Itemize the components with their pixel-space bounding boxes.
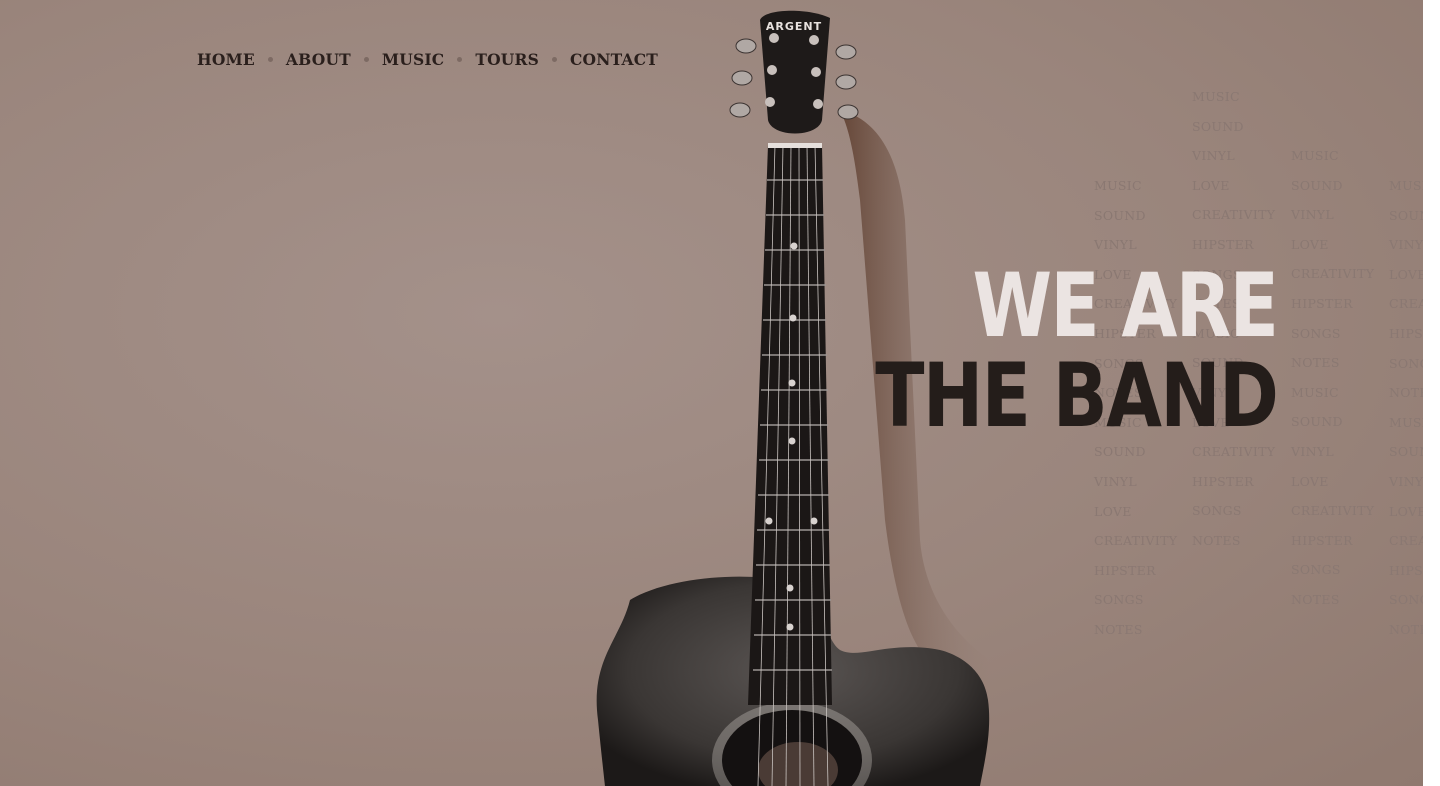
word-cloud-word: VINYL: [1389, 473, 1423, 489]
word-cloud-word: MUSIC: [1094, 178, 1142, 193]
word-cloud-word: MUSIC: [1389, 178, 1423, 193]
word-cloud-word: CREATIVITY: [1291, 503, 1375, 519]
word-cloud-word: SONGS: [1389, 355, 1423, 371]
word-cloud-word: SOUND: [1291, 177, 1343, 193]
nav-tours-link[interactable]: TOURS: [475, 50, 539, 69]
hero-section: MUSIC SOUND VINYL LOVE CREATIVITY HIPSTE…: [0, 0, 1423, 786]
page-scrollbar[interactable]: [1423, 0, 1440, 786]
word-cloud-word: NOTES: [1094, 621, 1143, 637]
word-cloud-word: CREATIVITY: [1389, 296, 1423, 312]
word-cloud-word: MUSIC: [1389, 414, 1423, 430]
word-cloud-word: LOVE: [1389, 503, 1423, 519]
word-cloud-word: LOVE: [1291, 473, 1329, 489]
word-cloud-word: NOTES: [1389, 385, 1423, 401]
nav-home-link[interactable]: HOME: [197, 50, 255, 69]
word-cloud-word: HIPSTER: [1291, 532, 1353, 548]
word-cloud-word: CREATIVITY: [1389, 533, 1423, 549]
word-cloud-word: SONGS: [1192, 503, 1242, 519]
word-cloud-word: SONGS: [1291, 325, 1341, 341]
nav-separator-dot: [552, 56, 557, 62]
headline-line-2: THE BAND: [874, 344, 1279, 447]
word-cloud-word: SOUND: [1389, 207, 1423, 223]
word-cloud-word: CREATIVITY: [1291, 266, 1375, 282]
word-cloud-word: VINYL: [1389, 237, 1423, 253]
word-cloud-word: CREATIVITY: [1192, 207, 1276, 223]
nav-separator-dot: [363, 56, 369, 62]
word-cloud-word: VINYL: [1192, 148, 1235, 164]
word-cloud-word: SONGS: [1389, 592, 1423, 608]
word-cloud-word: SOUND: [1192, 118, 1244, 134]
nav-music-link[interactable]: MUSIC: [382, 50, 444, 69]
word-cloud-word: HIPSTER: [1192, 473, 1254, 489]
word-cloud-word: HIPSTER: [1094, 562, 1156, 578]
word-cloud-word: VINYL: [1291, 207, 1334, 223]
word-cloud-word: SOUND: [1094, 207, 1146, 223]
word-cloud-word: SOUND: [1291, 414, 1343, 430]
nav-separator-dot: [267, 56, 273, 62]
guitar-brand-text: ARGENT: [766, 20, 822, 33]
word-cloud-word: NOTES: [1291, 355, 1340, 371]
word-cloud-word: MUSIC: [1291, 148, 1339, 163]
word-cloud-word: VINYL: [1094, 473, 1137, 489]
word-cloud-word: CREATIVITY: [1094, 533, 1178, 549]
word-cloud-word: MUSIC: [1291, 384, 1339, 400]
word-cloud-word: LOVE: [1094, 503, 1132, 519]
hero-headline: WE ARE THE BAND: [787, 254, 1279, 447]
word-cloud-word: HIPSTER: [1389, 325, 1423, 341]
word-cloud-column-3: MUSIC SOUND VINYL LOVE CREATIVITY HIPSTE…: [1291, 141, 1374, 615]
word-cloud-word: MUSIC: [1192, 89, 1240, 104]
word-cloud-word: SONGS: [1094, 592, 1144, 608]
nav-about-link[interactable]: ABOUT: [286, 50, 351, 69]
word-cloud-word: LOVE: [1389, 266, 1423, 282]
word-cloud-word: VINYL: [1291, 443, 1334, 459]
word-cloud-word: HIPSTER: [1291, 295, 1353, 311]
word-cloud-word: NOTES: [1389, 621, 1423, 637]
nav-contact-link[interactable]: CONTACT: [570, 50, 658, 69]
word-cloud-word: NOTES: [1291, 591, 1340, 607]
main-nav: HOME ABOUT MUSIC TOURS CONTACT: [197, 46, 658, 72]
word-cloud-word: LOVE: [1291, 236, 1329, 252]
word-cloud-word: LOVE: [1192, 177, 1230, 193]
word-cloud-word: NOTES: [1192, 532, 1241, 548]
nav-separator-dot: [457, 56, 463, 62]
word-cloud-word: SOUND: [1389, 444, 1423, 460]
word-cloud-word: HIPSTER: [1389, 562, 1423, 578]
headline-line-1: WE ARE: [972, 254, 1279, 357]
word-cloud-word: SONGS: [1291, 562, 1341, 578]
word-cloud-column-4: MUSIC SOUND VINYL LOVE CREATIVITY HIPSTE…: [1389, 171, 1423, 645]
